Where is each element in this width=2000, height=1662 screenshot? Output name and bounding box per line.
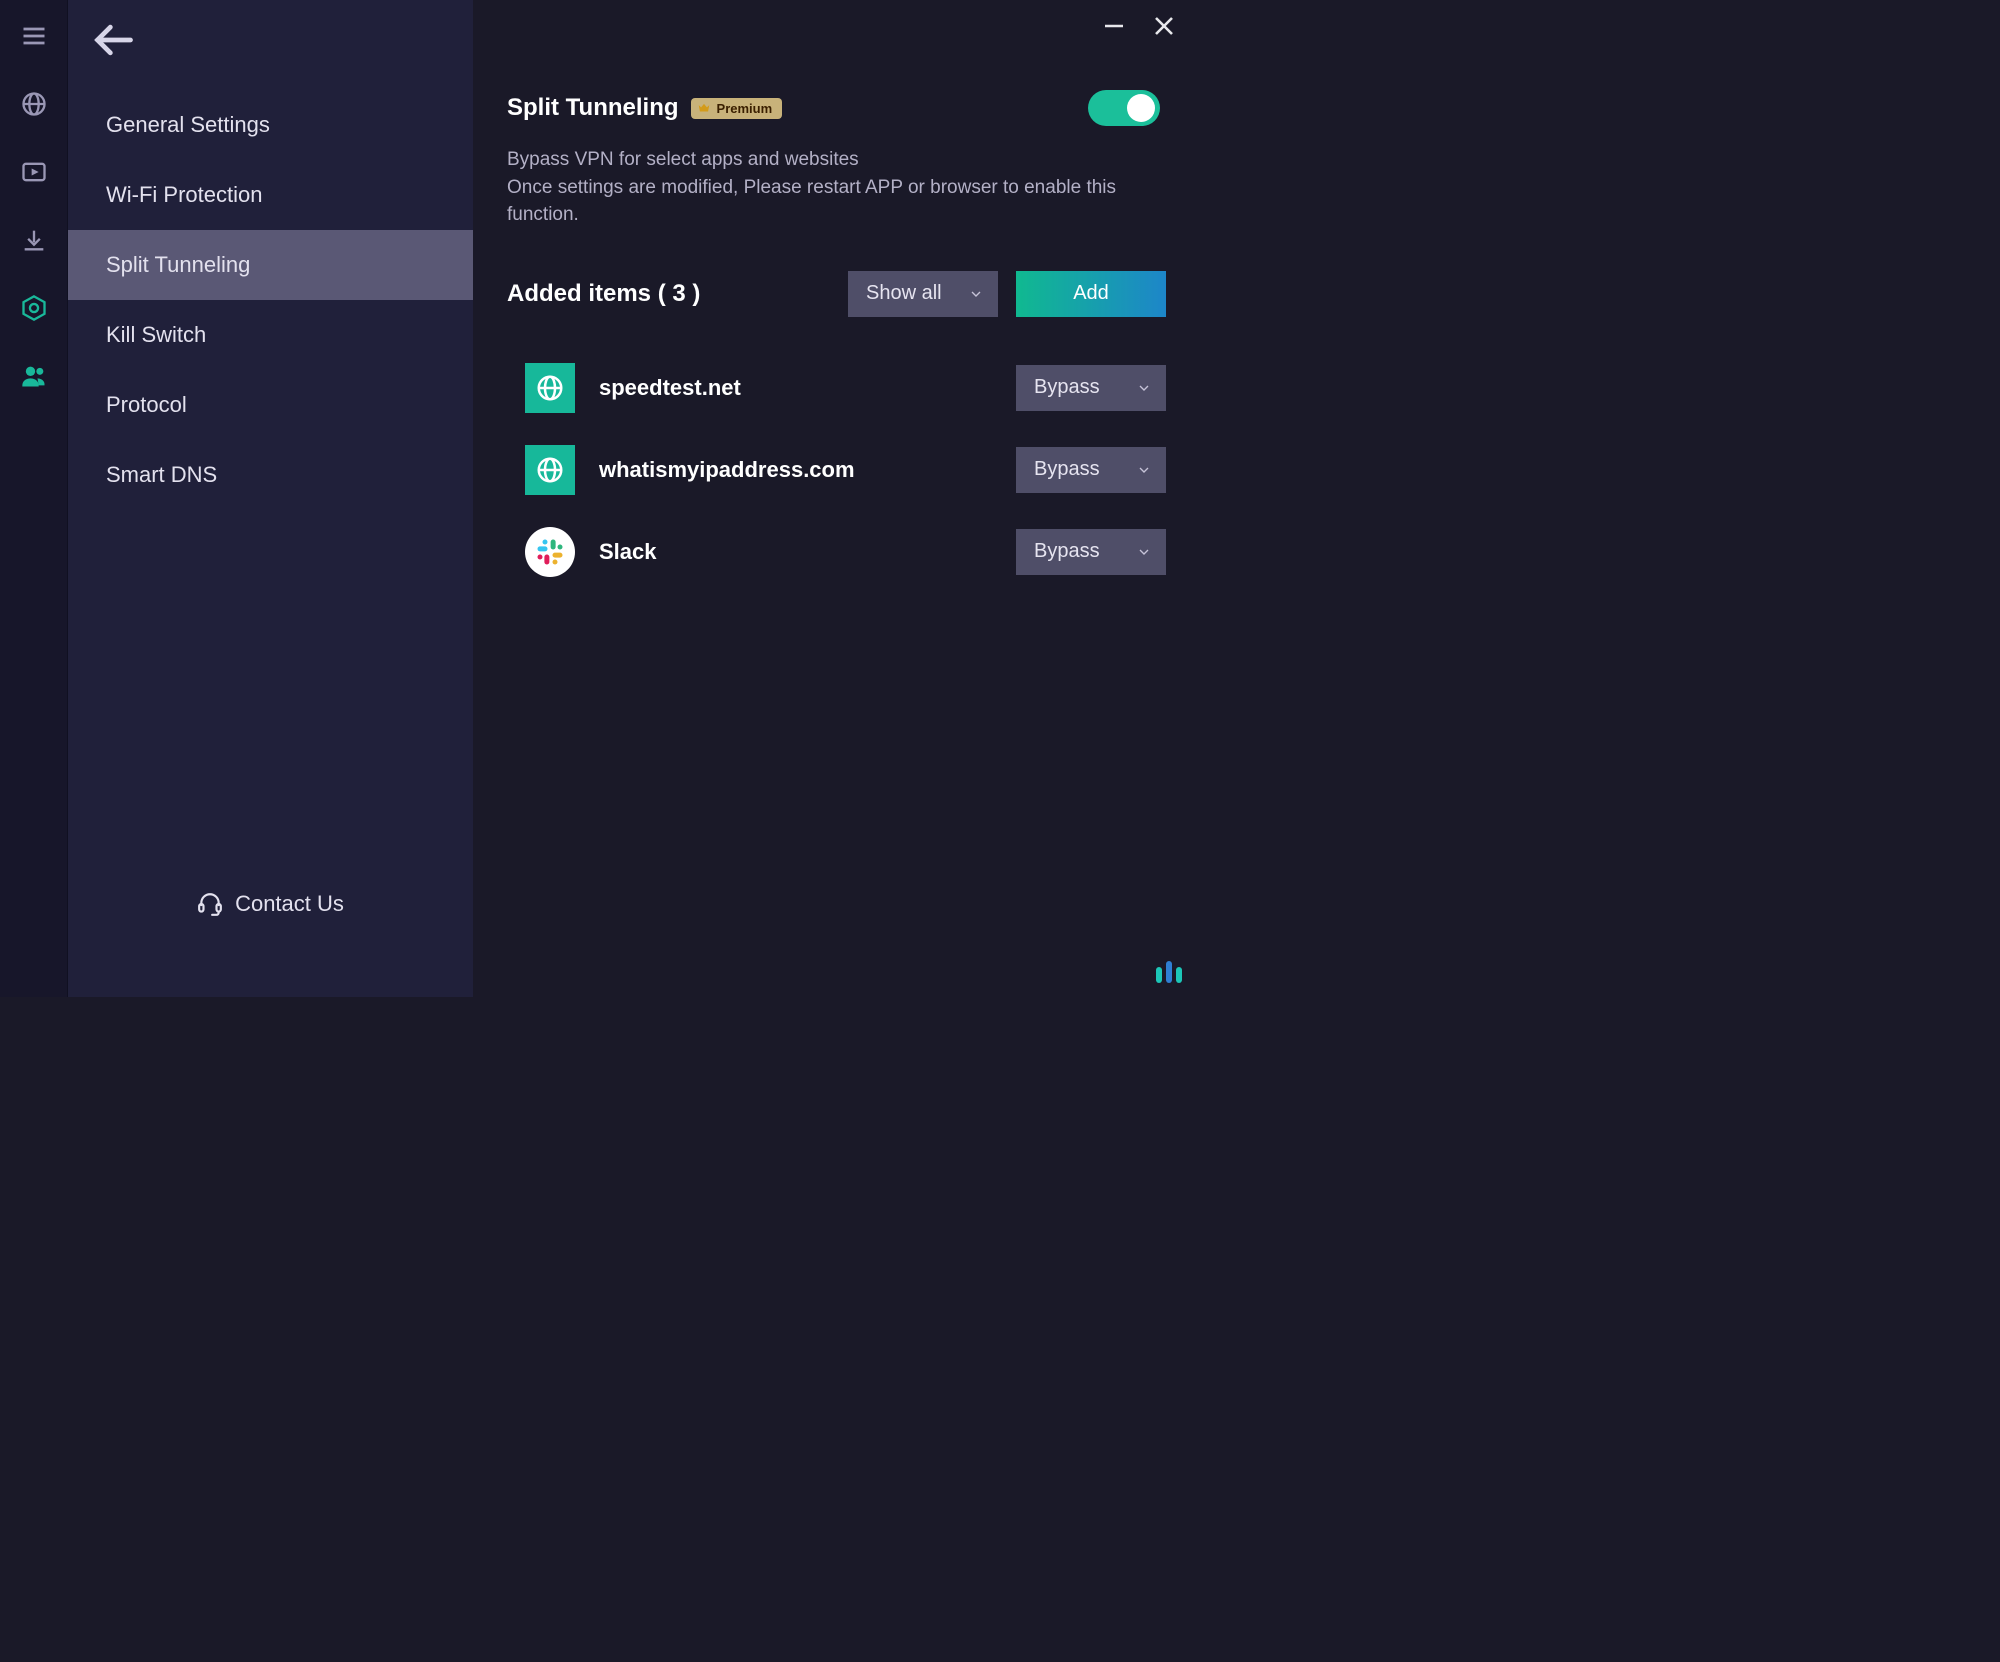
filter-dropdown[interactable]: Show all [848,271,998,317]
list-item: whatismyipaddress.com Bypass [507,429,1166,511]
chevron-down-icon [968,286,984,302]
chevron-down-icon [1136,462,1152,478]
toggle-knob [1127,94,1155,122]
item-action-dropdown[interactable]: Bypass [1016,447,1166,493]
play-box-icon[interactable] [20,158,48,186]
page-description: Bypass VPN for select apps and websites … [507,146,1147,229]
slack-icon [525,527,575,577]
globe-icon[interactable] [20,90,48,118]
brand-logo-icon [1156,961,1182,983]
contact-us-button[interactable]: Contact Us [68,891,473,997]
add-label: Add [1073,282,1109,305]
desc-line1: Bypass VPN for select apps and websites [507,146,1147,174]
add-button[interactable]: Add [1016,271,1166,317]
filter-label: Show all [866,282,942,305]
minimize-button[interactable] [1102,14,1126,38]
nav-general-settings[interactable]: General Settings [68,90,473,160]
item-name: whatismyipaddress.com [599,457,992,483]
close-button[interactable] [1152,14,1176,38]
globe-icon [525,445,575,495]
chevron-down-icon [1136,380,1152,396]
item-action-dropdown[interactable]: Bypass [1016,365,1166,411]
download-icon[interactable] [20,226,48,254]
item-action-label: Bypass [1034,376,1100,399]
item-action-dropdown[interactable]: Bypass [1016,529,1166,575]
items-list: speedtest.net Bypass whatismyipaddress.c… [507,347,1166,593]
contact-us-label: Contact Us [235,891,344,917]
nav-smart-dns[interactable]: Smart DNS [68,440,473,510]
item-name: Slack [599,539,992,565]
back-button[interactable] [92,18,136,62]
globe-icon [525,363,575,413]
nav-split-tunneling[interactable]: Split Tunneling [68,230,473,300]
list-item: speedtest.net Bypass [507,347,1166,429]
crown-icon [697,101,711,115]
nav-kill-switch[interactable]: Kill Switch [68,300,473,370]
nav-protocol[interactable]: Protocol [68,370,473,440]
people-icon[interactable] [20,362,48,390]
premium-label: Premium [717,101,773,116]
settings-sidebar: General Settings Wi-Fi Protection Split … [68,0,473,997]
enable-toggle[interactable] [1088,90,1160,126]
desc-line2: Once settings are modified, Please resta… [507,174,1147,229]
main-content: Split Tunneling Premium Bypass VPN for s… [473,0,1200,997]
item-name: speedtest.net [599,375,992,401]
settings-nav-list: General Settings Wi-Fi Protection Split … [68,90,473,891]
icon-rail [0,0,68,997]
page-title: Split Tunneling [507,94,679,122]
item-action-label: Bypass [1034,458,1100,481]
settings-hex-icon[interactable] [20,294,48,322]
list-item: Slack Bypass [507,511,1166,593]
added-items-heading: Added items ( 3 ) [507,280,830,308]
item-action-label: Bypass [1034,540,1100,563]
premium-badge: Premium [691,98,783,119]
menu-icon[interactable] [20,22,48,50]
nav-wifi-protection[interactable]: Wi-Fi Protection [68,160,473,230]
chevron-down-icon [1136,544,1152,560]
